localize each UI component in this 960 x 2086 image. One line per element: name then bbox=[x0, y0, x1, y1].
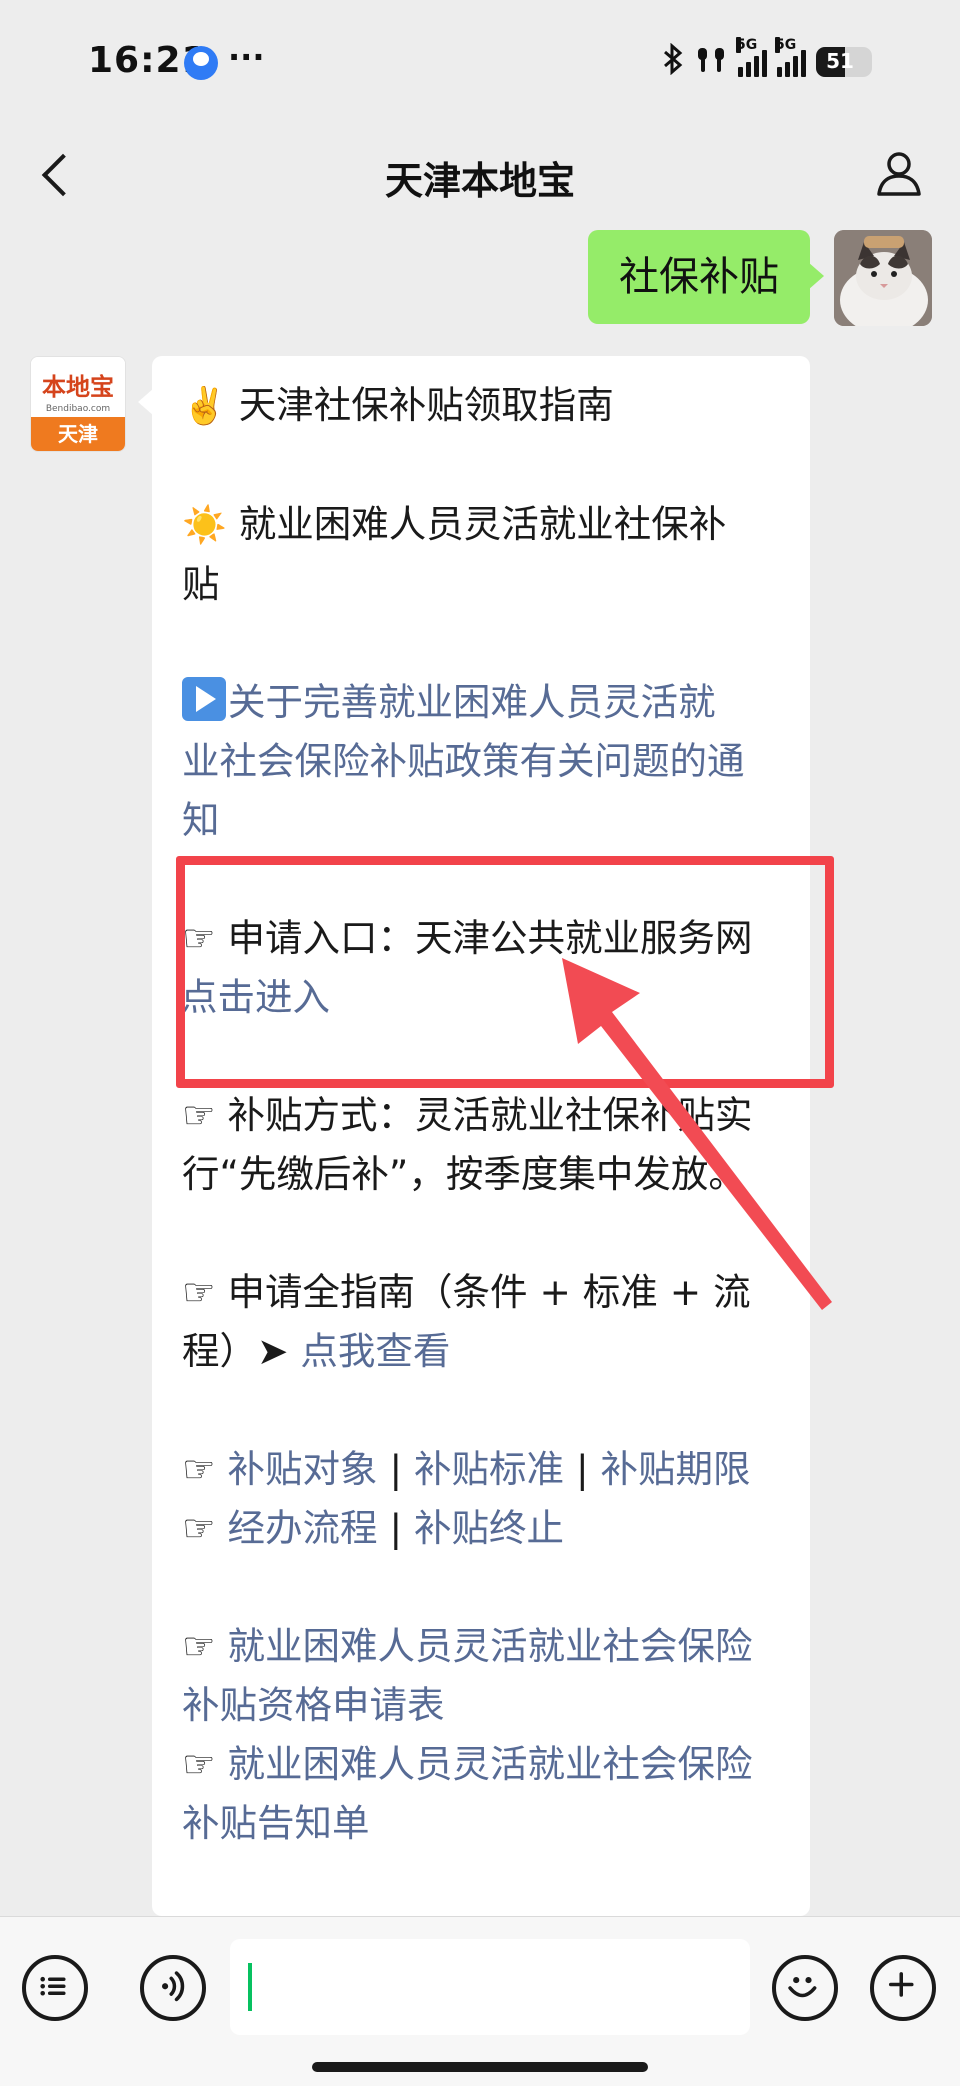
pointing-hand-icon: ☞ bbox=[182, 1742, 216, 1786]
user-message-bubble[interactable]: 社保补贴 bbox=[588, 230, 824, 324]
quick-links-row2: ☞ 经办流程 | 补贴终止 bbox=[182, 1499, 782, 1558]
separator: | bbox=[389, 1506, 403, 1550]
message-input[interactable] bbox=[230, 1939, 750, 2035]
menu-button[interactable] bbox=[22, 1955, 88, 2021]
pointing-hand-icon: ☞ bbox=[182, 1624, 216, 1668]
notice-form-link[interactable]: 就业困难人员灵活就业社会保险 bbox=[228, 1742, 753, 1786]
user-avatar[interactable] bbox=[834, 230, 932, 326]
process-link[interactable]: 经办流程 bbox=[228, 1506, 378, 1550]
bot-avatar[interactable]: 本地宝 Bendibao.com 天津 bbox=[30, 356, 126, 452]
section-heading-part2: 贴 bbox=[182, 562, 220, 606]
bot-avatar-logo: 本地宝 Bendibao.com bbox=[31, 357, 125, 419]
more-notifications-indicator: ··· bbox=[228, 38, 265, 76]
status-bar: 16:21 ··· 5G 5G 51 bbox=[0, 0, 960, 120]
section-heading-line: ☀️ 就业困难人员灵活就业社保补 bbox=[182, 495, 782, 555]
notice-form-link-line2[interactable]: 补贴告知单 bbox=[182, 1794, 782, 1853]
pointing-hand-icon: ☞ bbox=[182, 1447, 216, 1491]
subsidy-standard-link[interactable]: 补贴标准 bbox=[414, 1447, 564, 1491]
battery-percentage: 51 bbox=[826, 49, 854, 73]
battery-icon: 51 bbox=[816, 47, 872, 77]
view-guide-link[interactable]: 点我查看 bbox=[300, 1329, 450, 1373]
voice-button[interactable] bbox=[140, 1955, 206, 2021]
pointing-hand-icon: ☞ bbox=[182, 916, 216, 960]
guide-title-line: ✌️ 天津社保补贴领取指南 bbox=[182, 376, 782, 436]
app-notification-icon bbox=[184, 46, 218, 80]
victory-hand-icon: ✌️ bbox=[182, 386, 227, 427]
list-menu-icon bbox=[40, 1976, 66, 1996]
pointing-hand-icon: ☞ bbox=[182, 1093, 216, 1137]
separator: | bbox=[389, 1447, 403, 1491]
apply-entry-text: 申请入口：天津公共就业服务网 bbox=[227, 916, 753, 960]
separator: | bbox=[575, 1447, 589, 1491]
application-form-link-line2[interactable]: 补贴资格申请表 bbox=[182, 1676, 782, 1735]
more-functions-button[interactable] bbox=[870, 1955, 936, 2021]
earbuds-icon bbox=[694, 44, 728, 80]
voice-icon bbox=[162, 1971, 185, 2002]
cellular-signal-1-icon: 5G bbox=[736, 37, 767, 77]
apply-entry-link[interactable]: 点击进入 bbox=[180, 968, 782, 1027]
subsidy-termination-link[interactable]: 补贴终止 bbox=[414, 1506, 564, 1550]
home-indicator[interactable] bbox=[312, 2062, 648, 2072]
bot-avatar-city: 天津 bbox=[31, 417, 125, 451]
person-icon bbox=[877, 152, 921, 196]
full-guide-line2: 程）➤ 点我查看 bbox=[182, 1329, 451, 1373]
nav-bar: 天津本地宝 bbox=[0, 120, 960, 230]
chat-title: 天津本地宝 bbox=[384, 159, 575, 203]
application-form-link[interactable]: 就业困难人员灵活就业社会保险 bbox=[228, 1624, 753, 1668]
policy-notice-line3[interactable]: 知 bbox=[182, 791, 782, 850]
notice-form-line1: ☞ 就业困难人员灵活就业社会保险 bbox=[182, 1735, 782, 1794]
emoji-icon bbox=[788, 1977, 817, 1998]
subsidy-target-link[interactable]: 补贴对象 bbox=[228, 1447, 378, 1491]
chat-info-button[interactable] bbox=[872, 146, 926, 200]
chat-input-bar bbox=[0, 1916, 960, 2086]
emoji-button[interactable] bbox=[772, 1955, 838, 2021]
bluetooth-icon bbox=[662, 42, 684, 81]
guide-title: 天津社保补贴领取指南 bbox=[238, 383, 614, 427]
cellular-signal-2-icon: 5G bbox=[775, 37, 806, 77]
pointing-hand-icon: ☞ bbox=[182, 1506, 216, 1550]
policy-notice-line1[interactable]: 关于完善就业困难人员灵活就 bbox=[228, 680, 716, 724]
full-guide-line1: ☞ 申请全指南（条件 + 标准 + 流 bbox=[182, 1270, 751, 1314]
status-icons: 5G 5G 51 bbox=[662, 37, 872, 82]
apply-entry-line: ☞ 申请入口：天津公共就业服务网 bbox=[182, 909, 782, 968]
subsidy-method-line1: ☞ 补贴方式：灵活就业社保补贴实 bbox=[182, 1093, 753, 1137]
play-button-icon bbox=[182, 677, 226, 721]
quick-links-row1: ☞ 补贴对象 | 补贴标准 | 补贴期限 bbox=[182, 1440, 782, 1499]
subsidy-method-line2: 行“先缴后补”，按季度集中发放。 bbox=[182, 1152, 746, 1196]
bot-message-bubble: ✌️ 天津社保补贴领取指南 ☀️ 就业困难人员灵活就业社保补 贴 关于完善就业困… bbox=[138, 356, 810, 1916]
application-form-line1: ☞ 就业困难人员灵活就业社会保险 bbox=[182, 1617, 782, 1676]
subsidy-period-link[interactable]: 补贴期限 bbox=[601, 1447, 751, 1491]
policy-notice-link[interactable]: 关于完善就业困难人员灵活就 bbox=[182, 673, 782, 732]
cat-photo bbox=[834, 230, 932, 326]
sun-icon: ☀️ bbox=[182, 505, 227, 546]
pointing-hand-icon: ☞ bbox=[182, 1270, 216, 1314]
plus-icon bbox=[888, 1972, 914, 1997]
section-heading-part1: 就业困难人员灵活就业社保补 bbox=[238, 502, 727, 546]
policy-notice-line2[interactable]: 业社会保险补贴政策有关问题的通 bbox=[182, 732, 782, 791]
text-cursor bbox=[248, 1963, 252, 2011]
